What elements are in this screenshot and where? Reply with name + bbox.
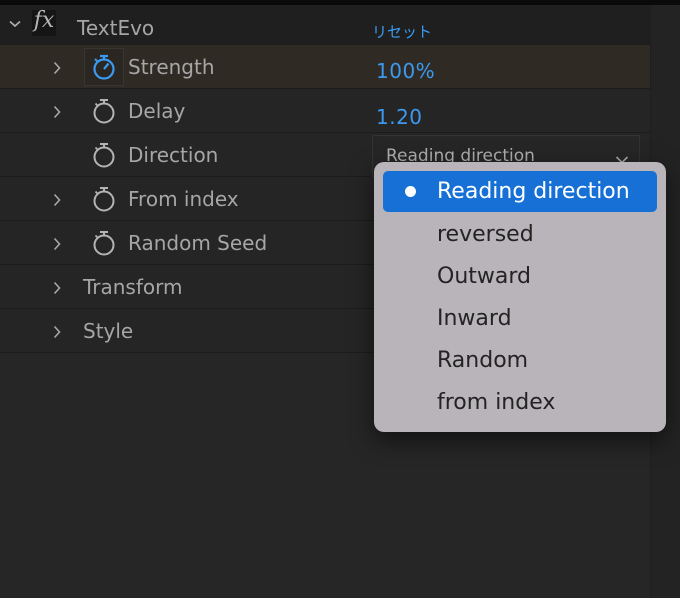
- menu-item-reversed[interactable]: reversed: [383, 214, 657, 255]
- menu-item-label: from index: [437, 390, 556, 415]
- chevron-right-icon[interactable]: [52, 325, 62, 339]
- menu-item-inward[interactable]: Inward: [383, 298, 657, 339]
- menu-item-label: Outward: [437, 264, 531, 289]
- effect-header-row[interactable]: fx TextEvo リセット: [0, 5, 650, 45]
- menu-item-random[interactable]: Random: [383, 340, 657, 381]
- menu-item-outward[interactable]: Outward: [383, 256, 657, 297]
- reset-link[interactable]: リセット: [372, 21, 432, 42]
- property-value[interactable]: 1.20: [376, 105, 423, 129]
- chevron-right-icon[interactable]: [52, 61, 62, 75]
- property-label: Delay: [128, 99, 186, 123]
- stopwatch-icon[interactable]: [91, 229, 117, 257]
- menu-item-label: Reading direction: [437, 179, 630, 204]
- chevron-right-icon[interactable]: [52, 237, 62, 251]
- property-label: From index: [128, 187, 239, 211]
- menu-item-label: reversed: [437, 222, 534, 247]
- property-label: Random Seed: [128, 231, 268, 255]
- group-label: Transform: [83, 275, 183, 299]
- property-row-delay[interactable]: Delay 1.20: [0, 89, 650, 133]
- chevron-right-icon[interactable]: [52, 193, 62, 207]
- property-value[interactable]: 100%: [376, 59, 435, 83]
- stopwatch-icon[interactable]: [91, 185, 117, 213]
- selected-dot-icon: [405, 186, 416, 197]
- effect-name: TextEvo: [77, 16, 155, 40]
- menu-item-reading-direction[interactable]: Reading direction: [383, 171, 657, 212]
- dropdown-menu: Reading direction reversed Outward Inwar…: [374, 162, 666, 432]
- menu-item-from-index[interactable]: from index: [383, 382, 657, 423]
- property-label: Direction: [128, 143, 219, 167]
- property-label: Strength: [128, 55, 215, 79]
- stopwatch-icon[interactable]: [91, 53, 117, 81]
- chevron-right-icon[interactable]: [52, 281, 62, 295]
- property-row-strength[interactable]: Strength 100%: [0, 45, 650, 89]
- fx-icon[interactable]: fx: [32, 10, 56, 36]
- group-label: Style: [83, 319, 134, 343]
- menu-item-label: Random: [437, 348, 529, 373]
- stopwatch-icon[interactable]: [91, 141, 117, 169]
- stopwatch-icon[interactable]: [91, 97, 117, 125]
- menu-item-label: Inward: [437, 306, 512, 331]
- chevron-down-icon[interactable]: [9, 19, 21, 29]
- chevron-right-icon[interactable]: [52, 105, 62, 119]
